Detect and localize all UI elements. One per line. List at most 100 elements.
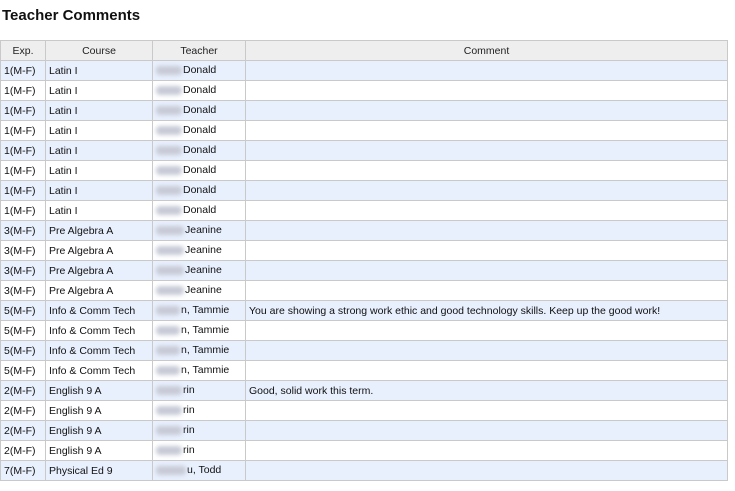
- cell-teacher: Donald: [152, 60, 246, 81]
- cell-teacher: n, Tammie: [152, 320, 246, 341]
- column-header-course: Course: [45, 40, 153, 61]
- cell-course: Info & Comm Tech: [45, 360, 153, 381]
- redacted-surname: [156, 426, 182, 436]
- table-row: 1(M-F) Latin I Donald: [0, 180, 728, 201]
- column-header-teacher: Teacher: [152, 40, 246, 61]
- teacher-name: n, Tammie: [181, 304, 230, 317]
- cell-course: Physical Ed 9: [45, 460, 153, 481]
- cell-teacher: rin: [152, 380, 246, 401]
- cell-course: English 9 A: [45, 420, 153, 441]
- cell-course: Latin I: [45, 100, 153, 121]
- cell-exp: 1(M-F): [0, 80, 46, 101]
- cell-exp: 3(M-F): [0, 260, 46, 281]
- table-row: 2(M-F) English 9 A rin: [0, 420, 728, 441]
- cell-course: English 9 A: [45, 400, 153, 421]
- table-row: 1(M-F) Latin I Donald: [0, 140, 728, 161]
- cell-teacher: Jeanine: [152, 260, 246, 281]
- cell-comment: [245, 200, 728, 221]
- cell-exp: 1(M-F): [0, 200, 46, 221]
- cell-course: Latin I: [45, 140, 153, 161]
- table-row: 5(M-F) Info & Comm Tech n, Tammie: [0, 360, 728, 381]
- cell-comment: You are showing a strong work ethic and …: [245, 300, 728, 321]
- cell-course: Info & Comm Tech: [45, 320, 153, 341]
- table-row: 2(M-F) English 9 A rin Good, solid work thi…: [0, 380, 728, 401]
- cell-course: Pre Algebra A: [45, 220, 153, 241]
- cell-course: Info & Comm Tech: [45, 300, 153, 321]
- cell-teacher: Donald: [152, 180, 246, 201]
- table-row: 1(M-F) Latin I Donald: [0, 120, 728, 141]
- cell-exp: 5(M-F): [0, 320, 46, 341]
- cell-exp: 2(M-F): [0, 400, 46, 421]
- cell-course: Pre Algebra A: [45, 240, 153, 261]
- teacher-name: Donald: [183, 84, 217, 97]
- cell-teacher: rin: [152, 420, 246, 441]
- cell-teacher: n, Tammie: [152, 300, 246, 321]
- cell-exp: 1(M-F): [0, 160, 46, 181]
- cell-exp: 1(M-F): [0, 60, 46, 81]
- table-row: 1(M-F) Latin I Donald: [0, 100, 728, 121]
- cell-comment: [245, 240, 728, 261]
- redacted-surname: [156, 246, 184, 256]
- cell-comment: [245, 420, 728, 441]
- cell-exp: 1(M-F): [0, 180, 46, 201]
- teacher-name: Donald: [183, 204, 217, 217]
- cell-comment: [245, 180, 728, 201]
- cell-teacher: Jeanine: [152, 280, 246, 301]
- cell-exp: 5(M-F): [0, 300, 46, 321]
- teacher-name: Donald: [183, 184, 217, 197]
- redacted-surname: [156, 466, 186, 476]
- cell-comment: [245, 160, 728, 181]
- cell-comment: [245, 280, 728, 301]
- teacher-name: u, Todd: [187, 464, 222, 477]
- redacted-surname: [156, 206, 182, 216]
- teacher-name: rin: [183, 384, 195, 397]
- cell-comment: [245, 260, 728, 281]
- cell-course: English 9 A: [45, 440, 153, 461]
- redacted-surname: [156, 386, 182, 396]
- redacted-surname: [156, 166, 182, 176]
- teacher-name: Jeanine: [185, 284, 222, 297]
- redacted-surname: [156, 346, 180, 356]
- redacted-surname: [156, 226, 184, 236]
- cell-comment: [245, 220, 728, 241]
- teacher-name: n, Tammie: [181, 324, 230, 337]
- table-row: 2(M-F) English 9 A rin: [0, 400, 728, 421]
- cell-comment: [245, 320, 728, 341]
- cell-course: Latin I: [45, 120, 153, 141]
- cell-exp: 2(M-F): [0, 440, 46, 461]
- teacher-name: n, Tammie: [181, 344, 230, 357]
- teacher-name: Jeanine: [185, 264, 222, 277]
- cell-course: Latin I: [45, 80, 153, 101]
- table-row: 1(M-F) Latin I Donald: [0, 80, 728, 101]
- teacher-name: Donald: [183, 144, 217, 157]
- column-header-comment: Comment: [245, 40, 728, 61]
- cell-course: Latin I: [45, 180, 153, 201]
- table-body: 1(M-F) Latin I Donald 1(M-F) Latin I Donald 1(…: [0, 60, 728, 481]
- redacted-surname: [156, 366, 180, 376]
- redacted-surname: [156, 306, 180, 316]
- redacted-surname: [156, 326, 180, 336]
- cell-exp: 1(M-F): [0, 120, 46, 141]
- table-row: 5(M-F) Info & Comm Tech n, Tammie: [0, 320, 728, 341]
- cell-teacher: Donald: [152, 140, 246, 161]
- redacted-surname: [156, 66, 182, 76]
- redacted-surname: [156, 146, 182, 156]
- teacher-name: rin: [183, 424, 195, 437]
- table-row: 1(M-F) Latin I Donald: [0, 160, 728, 181]
- cell-teacher: Donald: [152, 80, 246, 101]
- page-title: Teacher Comments: [2, 7, 141, 24]
- cell-comment: [245, 360, 728, 381]
- cell-comment: Good, solid work this term.: [245, 380, 728, 401]
- teacher-name: rin: [183, 444, 195, 457]
- table-row: 2(M-F) English 9 A rin: [0, 440, 728, 461]
- cell-course: Pre Algebra A: [45, 260, 153, 281]
- cell-teacher: Donald: [152, 120, 246, 141]
- table-row: 1(M-F) Latin I Donald: [0, 200, 728, 221]
- cell-course: Pre Algebra A: [45, 280, 153, 301]
- cell-teacher: n, Tammie: [152, 340, 246, 361]
- table-row: 1(M-F) Latin I Donald: [0, 60, 728, 81]
- cell-course: Latin I: [45, 160, 153, 181]
- redacted-surname: [156, 126, 182, 136]
- cell-exp: 5(M-F): [0, 340, 46, 361]
- cell-exp: 2(M-F): [0, 380, 46, 401]
